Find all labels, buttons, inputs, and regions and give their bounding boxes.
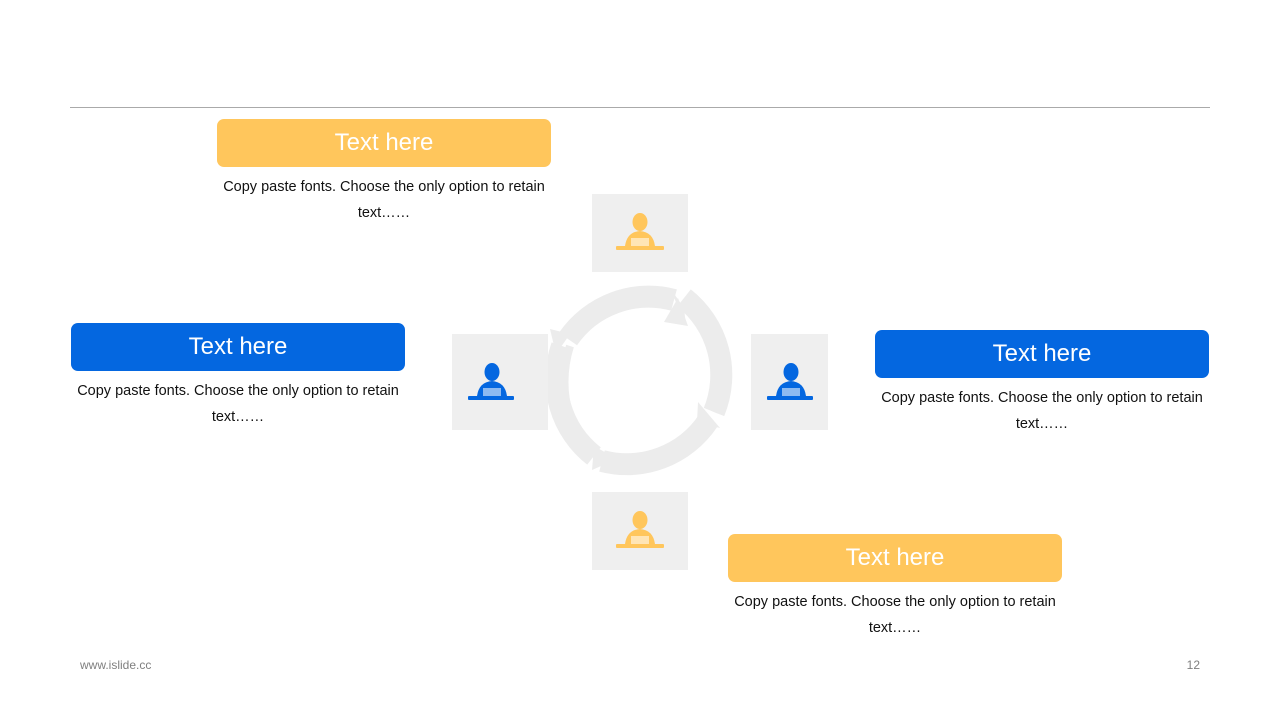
tile-right: [751, 334, 828, 430]
person-at-laptop-icon: [616, 213, 664, 250]
block-left-description: Copy paste fonts. Choose the only option…: [77, 383, 399, 425]
tile-left: [452, 334, 548, 430]
block-right-title: Text here: [875, 330, 1209, 378]
block-left-title: Text here: [71, 323, 405, 371]
page-number: 12: [1186, 658, 1200, 672]
tile-bottom: [592, 492, 688, 570]
block-right-description: Copy paste fonts. Choose the only option…: [881, 390, 1203, 432]
block-bottom-description: Copy paste fonts. Choose the only option…: [734, 594, 1056, 636]
person-at-laptop-icon: [616, 511, 664, 548]
block-top-title: Text here: [217, 119, 551, 167]
person-at-laptop-icon: [468, 363, 514, 400]
footer-url: www.islide.cc: [80, 658, 152, 672]
header-divider: [70, 107, 1210, 108]
person-at-laptop-icon: [767, 363, 813, 400]
tile-top: [592, 194, 688, 272]
